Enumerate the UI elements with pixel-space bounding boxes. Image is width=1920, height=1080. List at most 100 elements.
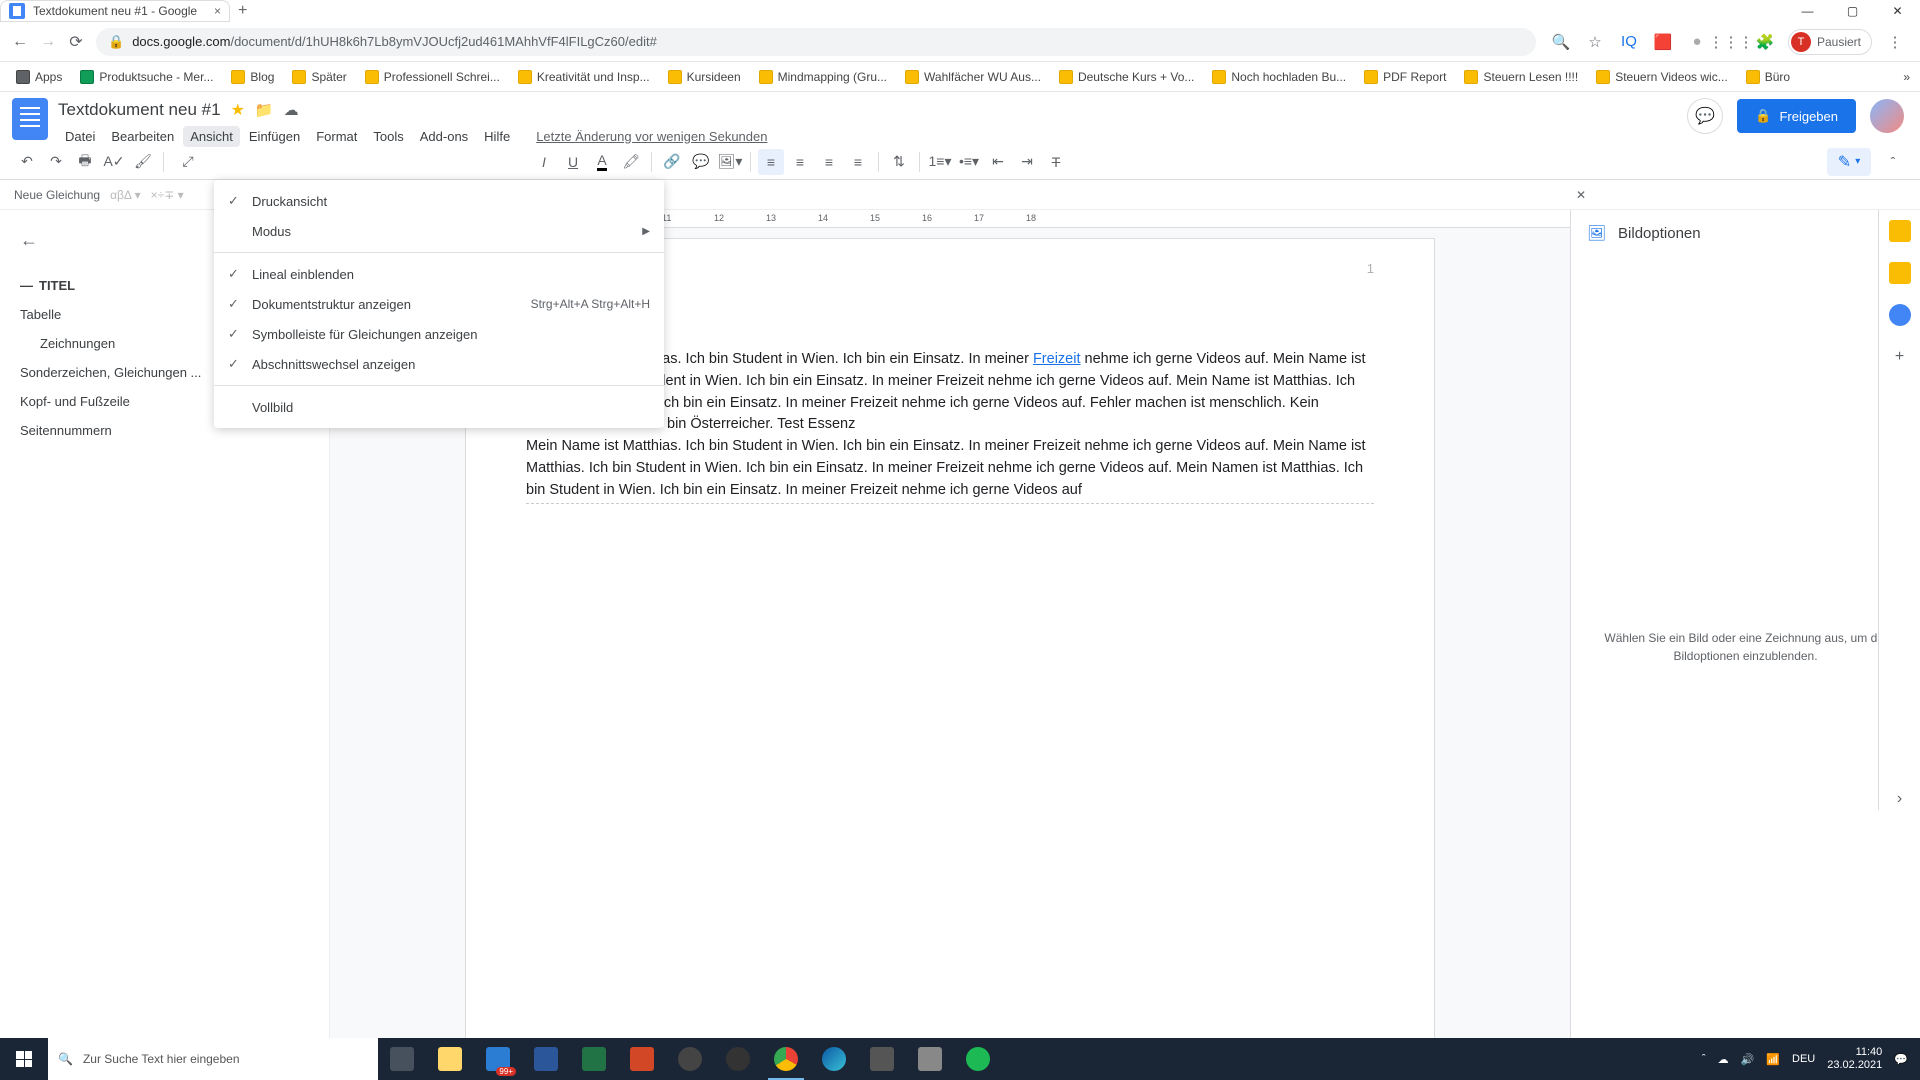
outline-back-icon[interactable]: ← xyxy=(20,230,38,251)
bookmark-item[interactable]: Steuern Videos wic... xyxy=(1590,66,1734,88)
align-center-button[interactable]: ≡ xyxy=(787,149,813,175)
align-right-button[interactable]: ≡ xyxy=(816,149,842,175)
link-freizeit[interactable]: Freizeit xyxy=(1033,351,1081,367)
move-to-drive-icon[interactable]: 📁 xyxy=(255,101,274,119)
share-button[interactable]: 🔒 Freigeben xyxy=(1737,99,1856,133)
bookmark-item[interactable]: PDF Report xyxy=(1358,66,1452,88)
insert-link-button[interactable]: 🔗 xyxy=(659,149,685,175)
taskbar-edge[interactable] xyxy=(810,1038,858,1080)
close-window-button[interactable]: ✕ xyxy=(1875,0,1920,22)
add-comment-button[interactable]: 💬 xyxy=(688,149,714,175)
taskbar-app-2[interactable] xyxy=(858,1038,906,1080)
tray-wifi-icon[interactable]: 📶 xyxy=(1766,1053,1780,1066)
eq-symbols-2[interactable]: ×÷∓ ▾ xyxy=(151,188,184,202)
close-tab-icon[interactable]: × xyxy=(214,4,221,18)
keep-addon-icon[interactable] xyxy=(1889,262,1911,284)
tray-language[interactable]: DEU xyxy=(1792,1053,1815,1065)
redo-button[interactable]: ↷ xyxy=(43,149,69,175)
add-addon-icon[interactable]: + xyxy=(1889,346,1911,368)
menu-dots-icon[interactable]: ⋮ xyxy=(1884,31,1906,53)
menu-show-outline[interactable]: ✓Dokumentstruktur anzeigenStrg+Alt+A Str… xyxy=(214,289,664,319)
reload-button[interactable]: ⟳ xyxy=(62,28,90,56)
maximize-button[interactable]: ▢ xyxy=(1830,0,1875,22)
align-justify-button[interactable]: ≡ xyxy=(845,149,871,175)
line-spacing-button[interactable]: ⇅ xyxy=(886,149,912,175)
menu-show-equation-toolbar[interactable]: ✓Symbolleiste für Gleichungen anzeigen xyxy=(214,319,664,349)
docs-logo-icon[interactable] xyxy=(12,98,48,140)
menu-print-layout[interactable]: ✓Druckansicht xyxy=(214,186,664,216)
document-title[interactable]: Textdokument neu #1 xyxy=(58,100,221,120)
zoom-icon[interactable]: 🔍 xyxy=(1550,31,1572,53)
bookmark-item[interactable]: Steuern Lesen !!!! xyxy=(1458,66,1584,88)
menu-tools[interactable]: Tools xyxy=(366,126,410,147)
tray-volume-icon[interactable]: 🔊 xyxy=(1741,1053,1755,1066)
menu-fullscreen[interactable]: Vollbild xyxy=(214,392,664,422)
menu-datei[interactable]: Datei xyxy=(58,126,102,147)
last-change-link[interactable]: Letzte Änderung vor wenigen Sekunden xyxy=(529,126,774,147)
bookmark-item[interactable]: Blog xyxy=(225,66,280,88)
tray-clock[interactable]: 11:40 23.02.2021 xyxy=(1827,1046,1882,1072)
clear-format-button[interactable]: T xyxy=(1043,149,1069,175)
paragraph-2[interactable]: Mein Name ist Matthias. Ich bin Student … xyxy=(526,436,1374,504)
menu-add-ons[interactable]: Add-ons xyxy=(413,126,475,147)
bookmark-star-icon[interactable]: ☆ xyxy=(1584,31,1606,53)
editing-mode-button[interactable]: ✎ ▾ xyxy=(1827,148,1871,176)
taskbar-app-1[interactable] xyxy=(666,1038,714,1080)
start-button[interactable] xyxy=(0,1038,48,1080)
eq-symbols-1[interactable]: αβΔ ▾ xyxy=(110,188,141,202)
taskbar-app-3[interactable] xyxy=(906,1038,954,1080)
menu-mode[interactable]: Modus▶ xyxy=(214,216,664,246)
underline-button[interactable]: U xyxy=(560,149,586,175)
star-icon[interactable]: ★ xyxy=(231,100,245,120)
bookmark-item[interactable]: Mindmapping (Gru... xyxy=(753,66,893,88)
comments-button[interactable]: 💬 xyxy=(1687,98,1723,134)
new-tab-button[interactable]: + xyxy=(238,2,247,20)
insert-image-button[interactable]: 🖼▾ xyxy=(717,149,743,175)
bookmark-item[interactable]: Professionell Schrei... xyxy=(359,66,506,88)
task-view-button[interactable] xyxy=(378,1038,426,1080)
url-input[interactable]: 🔒 docs.google.com/document/d/1hUH8k6h7Lb… xyxy=(96,28,1536,56)
back-button[interactable]: ← xyxy=(6,28,34,56)
menu-bearbeiten[interactable]: Bearbeiten xyxy=(104,126,181,147)
bookmark-item[interactable]: Noch hochladen Bu... xyxy=(1206,66,1352,88)
bookmark-item[interactable]: Produktsuche - Mer... xyxy=(74,66,219,88)
spellcheck-button[interactable]: A✓ xyxy=(101,149,127,175)
taskbar-word[interactable] xyxy=(522,1038,570,1080)
extension-icon-1[interactable]: IQ xyxy=(1618,31,1640,53)
highlight-button[interactable]: 🖍 xyxy=(618,149,644,175)
taskbar-search[interactable]: 🔍 Zur Suche Text hier eingeben xyxy=(48,1038,378,1080)
bookmark-item[interactable]: Wahlfächer WU Aus... xyxy=(899,66,1047,88)
print-button[interactable]: 🖶 xyxy=(72,149,98,175)
bookmark-item[interactable]: Apps xyxy=(10,66,68,88)
menu-show-ruler[interactable]: ✓Lineal einblenden xyxy=(214,259,664,289)
bookmark-item[interactable]: Später xyxy=(286,66,352,88)
decrease-indent-button[interactable]: ⇤ xyxy=(985,149,1011,175)
bookmark-item[interactable]: Kursideen xyxy=(662,66,747,88)
zoom-select[interactable]: ⤢ xyxy=(171,149,205,175)
bookmark-item[interactable]: Büro xyxy=(1740,66,1796,88)
numbered-list-button[interactable]: 1≡▾ xyxy=(927,149,953,175)
menu-hilfe[interactable]: Hilfe xyxy=(477,126,517,147)
menu-format[interactable]: Format xyxy=(309,126,364,147)
text-color-button[interactable]: A xyxy=(589,149,615,175)
extensions-puzzle-icon[interactable]: 🧩 xyxy=(1754,31,1776,53)
collapse-sidebar-icon[interactable]: › xyxy=(1889,788,1911,810)
calendar-addon-icon[interactable] xyxy=(1889,220,1911,242)
account-avatar[interactable] xyxy=(1870,99,1904,133)
close-equation-bar-icon[interactable]: ✕ xyxy=(1576,188,1586,202)
browser-tab[interactable]: Textdokument neu #1 - Google × xyxy=(0,0,230,22)
taskbar-edge-legacy[interactable]: 99+ xyxy=(474,1038,522,1080)
taskbar-spotify[interactable] xyxy=(954,1038,1002,1080)
tray-chevron-icon[interactable]: ˆ xyxy=(1702,1053,1706,1065)
undo-button[interactable]: ↶ xyxy=(14,149,40,175)
taskbar-explorer[interactable] xyxy=(426,1038,474,1080)
forward-button[interactable]: → xyxy=(34,28,62,56)
tray-onedrive-icon[interactable]: ☁ xyxy=(1718,1053,1729,1066)
taskbar-chrome[interactable] xyxy=(762,1038,810,1080)
extension-icon-2[interactable]: 🟥 xyxy=(1652,31,1674,53)
increase-indent-button[interactable]: ⇥ xyxy=(1014,149,1040,175)
bookmark-item[interactable]: Deutsche Kurs + Vo... xyxy=(1053,66,1200,88)
taskbar-excel[interactable] xyxy=(570,1038,618,1080)
menu-ansicht[interactable]: Ansicht xyxy=(183,126,240,147)
menu-einfügen[interactable]: Einfügen xyxy=(242,126,307,147)
